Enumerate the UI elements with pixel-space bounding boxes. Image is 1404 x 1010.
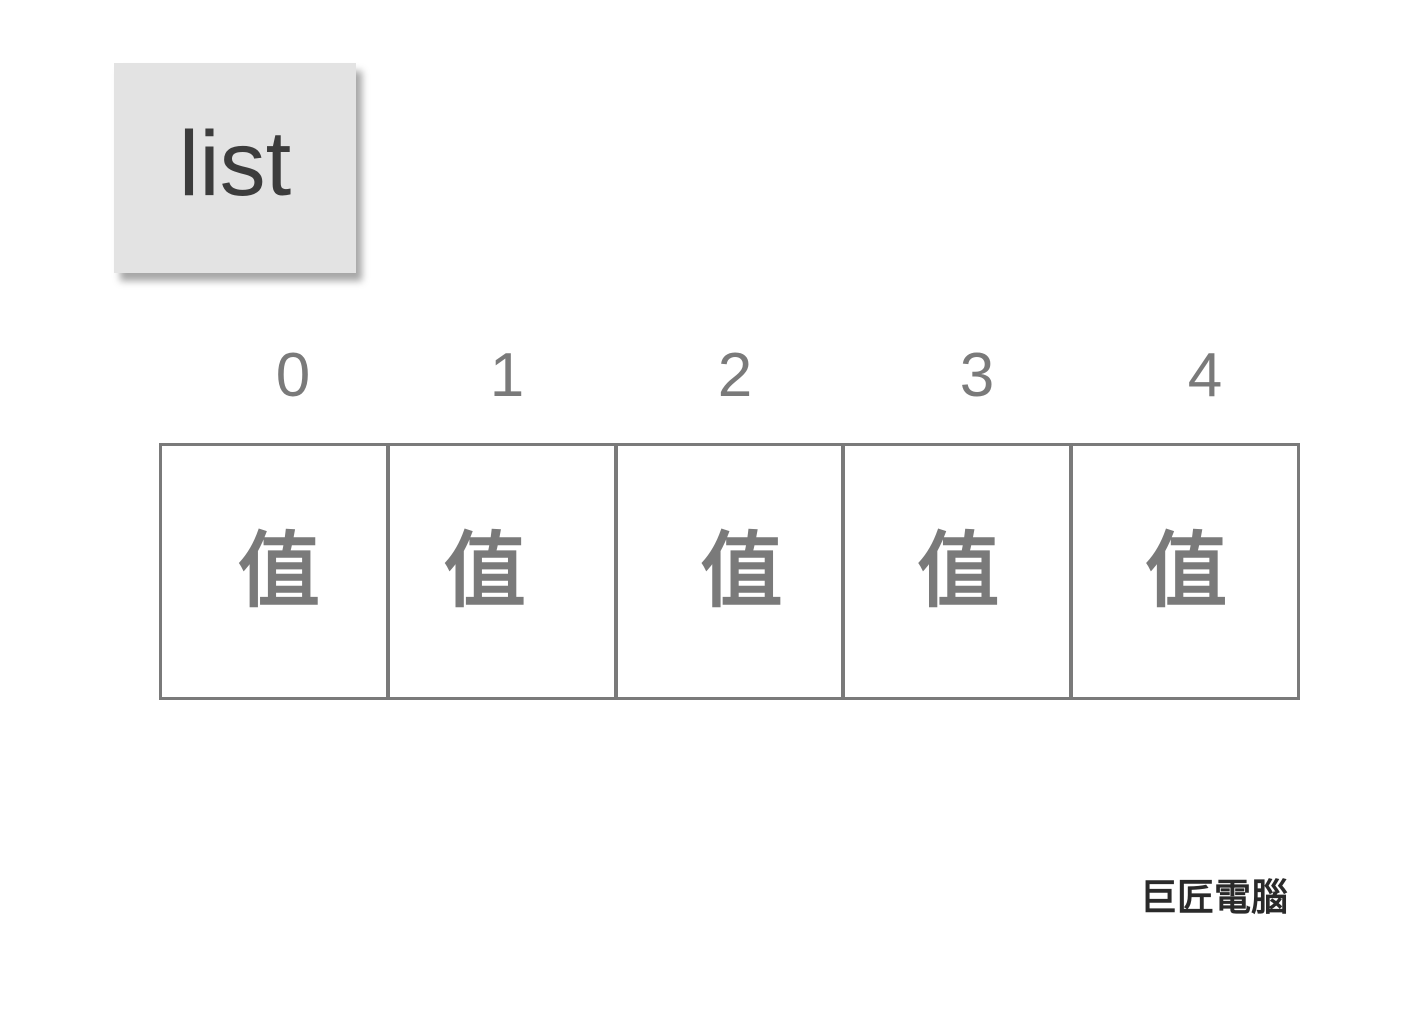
brand-label: 巨匠電腦 (1140, 876, 1288, 919)
cell-value-0: 值 (237, 523, 320, 619)
title-card: list (114, 63, 356, 273)
diagram-title: list (178, 113, 292, 215)
index-label-4: 4 (1187, 341, 1223, 410)
list-cell-2: 值 (613, 446, 842, 697)
cell-value-2: 值 (700, 523, 783, 619)
index-label-2: 2 (717, 341, 753, 410)
list-cell-1: 值 (385, 446, 614, 697)
index-label-0: 0 (275, 341, 311, 410)
list-array: 值 值 值 值 值 (159, 443, 1300, 700)
index-label-1: 1 (489, 341, 525, 410)
cell-value-3: 值 (917, 523, 1000, 619)
cell-value-1: 值 (443, 523, 526, 619)
list-cell-4: 值 (1069, 446, 1297, 697)
index-label-3: 3 (959, 341, 995, 410)
list-cell-3: 值 (841, 446, 1069, 697)
list-cell-0: 值 (162, 446, 386, 697)
cell-value-4: 值 (1145, 523, 1228, 619)
